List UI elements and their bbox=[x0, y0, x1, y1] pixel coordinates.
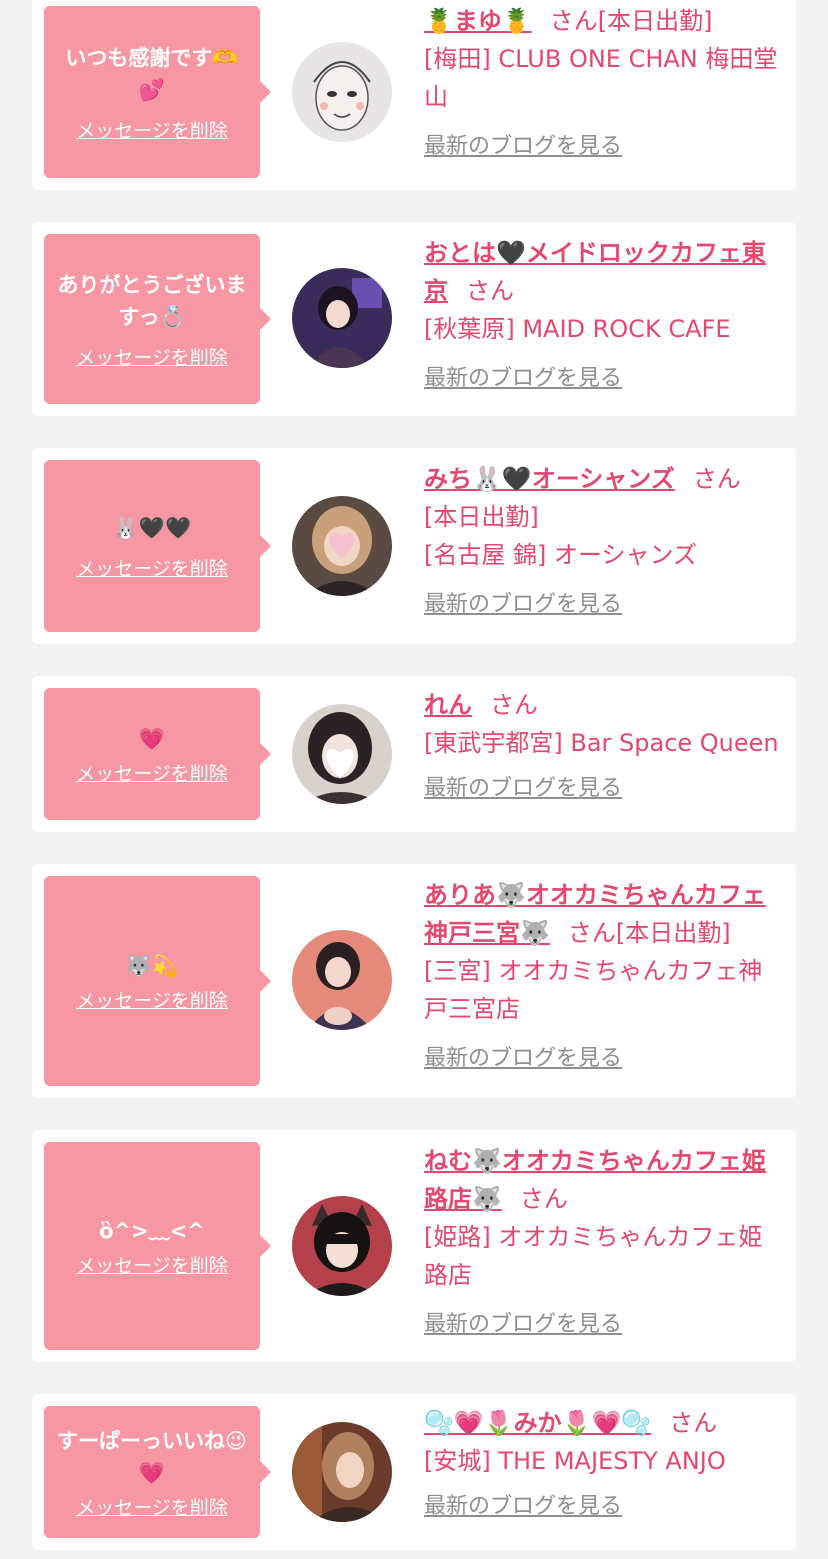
delete-message-button[interactable]: メッセージを削除 bbox=[76, 116, 228, 143]
honorific: さん bbox=[567, 919, 616, 947]
cast-info: みち🐰🖤オーシャンズ さん [本日出勤] [名古屋 錦] オーシャンズ 最新のブロ… bbox=[424, 460, 784, 624]
status-label: [本日出勤] bbox=[424, 503, 539, 531]
latest-blog-link[interactable]: 最新のブログを見る bbox=[424, 1306, 622, 1344]
honorific: さん bbox=[519, 1185, 568, 1213]
honorific: さん bbox=[466, 277, 514, 305]
delete-message-button[interactable]: メッセージを削除 bbox=[76, 554, 228, 581]
cast-name-link[interactable]: みち🐰🖤オーシャンズ bbox=[424, 465, 675, 493]
shop-label: [姫路] オオカミちゃんカフェ姫路店 bbox=[424, 1223, 763, 1289]
delete-message-button[interactable]: メッセージを削除 bbox=[76, 343, 228, 370]
avatar[interactable] bbox=[292, 496, 392, 596]
message-bubble: いつも感謝です🫶💕 メッセージを削除 bbox=[44, 6, 271, 178]
latest-blog-link[interactable]: 最新のブログを見る bbox=[424, 1040, 622, 1078]
latest-blog-link[interactable]: 最新のブログを見る bbox=[424, 128, 622, 166]
honorific: さん bbox=[490, 691, 538, 719]
status-label: [本日出勤] bbox=[615, 919, 731, 947]
shop-label: [梅田] CLUB ONE CHAN 梅田堂山 bbox=[424, 45, 778, 111]
message-text: すーぱーっいいね😉💗 bbox=[57, 1428, 247, 1485]
message-bubble: すーぱーっいいね😉💗 メッセージを削除 bbox=[44, 1406, 271, 1538]
shop-label: [安城] THE MAJESTY ANJO bbox=[424, 1447, 726, 1475]
avatar[interactable] bbox=[292, 268, 392, 368]
avatar[interactable] bbox=[292, 42, 392, 142]
avatar-image bbox=[292, 268, 392, 368]
message-card: すーぱーっいいね😉💗 メッセージを削除 🫧💗🌷みか🌷💗🫧 さん [安城] THE … bbox=[32, 1394, 796, 1550]
latest-blog-link[interactable]: 最新のブログを見る bbox=[424, 586, 622, 624]
message-bubble: ありがとうございますっ💍 メッセージを削除 bbox=[44, 234, 271, 404]
message-card: ありがとうございますっ💍 メッセージを削除 おとは🖤メイドロックカフェ東京 さん … bbox=[32, 222, 796, 416]
cast-name-link[interactable]: ねむ🐺オオカミちゃんカフェ姫路店🐺 bbox=[424, 1147, 766, 1213]
shop-label: [三宮] オオカミちゃんカフェ神戸三宮店 bbox=[424, 957, 763, 1023]
avatar-image bbox=[292, 42, 392, 142]
message-text: 🐰🖤🖤 bbox=[112, 515, 192, 540]
cast-info: 🫧💗🌷みか🌷💗🫧 さん [安城] THE MAJESTY ANJO 最新のブログを… bbox=[424, 1404, 784, 1526]
cast-info: 🍍まゆ🍍 さん[本日出勤] [梅田] CLUB ONE CHAN 梅田堂山 最新の… bbox=[424, 2, 784, 166]
latest-blog-link[interactable]: 最新のブログを見る bbox=[424, 1488, 622, 1526]
message-bubble: 🐰🖤🖤 メッセージを削除 bbox=[44, 460, 271, 632]
honorific: さん bbox=[692, 465, 741, 493]
delete-message-button[interactable]: メッセージを削除 bbox=[76, 759, 228, 786]
message-bubble: 💗 メッセージを削除 bbox=[44, 688, 271, 820]
avatar-image bbox=[292, 1196, 392, 1296]
honorific: さん bbox=[549, 7, 598, 35]
shop-label: [東武宇都宮] Bar Space Queen bbox=[424, 729, 779, 757]
message-bubble: ὃ^>﹏<^ メッセージを削除 bbox=[44, 1142, 271, 1350]
latest-blog-link[interactable]: 最新のブログを見る bbox=[424, 360, 622, 398]
cast-name-link[interactable]: 🍍まゆ🍍 bbox=[424, 7, 532, 35]
message-text: ありがとうございますっ💍 bbox=[57, 272, 247, 329]
avatar[interactable] bbox=[292, 930, 392, 1030]
avatar-image bbox=[292, 1422, 392, 1522]
avatar-image bbox=[292, 496, 392, 596]
avatar[interactable] bbox=[292, 704, 392, 804]
message-card: 💗 メッセージを削除 れん さん [東武宇都宮] Bar Space Queen … bbox=[32, 676, 796, 832]
cast-name-link[interactable]: れん bbox=[424, 691, 472, 719]
avatar[interactable] bbox=[292, 1196, 392, 1296]
cast-name-link[interactable]: 🫧💗🌷みか🌷💗🫧 bbox=[424, 1409, 651, 1437]
message-text: ὃ^>﹏<^ bbox=[99, 1218, 205, 1243]
message-text: 💗 bbox=[138, 726, 166, 751]
shop-label: [名古屋 錦] オーシャンズ bbox=[424, 541, 698, 569]
message-bubble: 🐺💫 メッセージを削除 bbox=[44, 876, 271, 1086]
avatar-image bbox=[292, 704, 392, 804]
delete-message-button[interactable]: メッセージを削除 bbox=[76, 986, 228, 1013]
message-card: ὃ^>﹏<^ メッセージを削除 ねむ🐺オオカミちゃんカフェ姫路店🐺 さん [姫路]… bbox=[32, 1130, 796, 1362]
message-card: いつも感謝です🫶💕 メッセージを削除 🍍まゆ🍍 さん[本日出勤] [梅田] CLU… bbox=[32, 0, 796, 190]
message-text: 🐺💫 bbox=[125, 953, 179, 978]
cast-info: れん さん [東武宇都宮] Bar Space Queen 最新のブログを見る bbox=[424, 686, 784, 808]
status-label: [本日出勤] bbox=[597, 7, 713, 35]
honorific: さん bbox=[669, 1409, 718, 1437]
delete-message-button[interactable]: メッセージを削除 bbox=[76, 1251, 228, 1278]
shop-label: [秋葉原] MAID ROCK CAFE bbox=[424, 315, 731, 343]
cast-info: ありあ🐺オオカミちゃんカフェ神戸三宮🐺 さん[本日出勤] [三宮] オオカミちゃん… bbox=[424, 876, 784, 1078]
message-card: 🐰🖤🖤 メッセージを削除 みち🐰🖤オーシャンズ さん [本日出勤] [名古屋 錦]… bbox=[32, 448, 796, 644]
message-card: 🐺💫 メッセージを削除 ありあ🐺オオカミちゃんカフェ神戸三宮🐺 さん[本日出勤] … bbox=[32, 864, 796, 1098]
cast-info: ねむ🐺オオカミちゃんカフェ姫路店🐺 さん [姫路] オオカミちゃんカフェ姫路店 最… bbox=[424, 1142, 784, 1344]
avatar[interactable] bbox=[292, 1422, 392, 1522]
message-text: いつも感謝です🫶💕 bbox=[65, 45, 239, 102]
latest-blog-link[interactable]: 最新のブログを見る bbox=[424, 770, 622, 808]
avatar-image bbox=[292, 930, 392, 1030]
cast-info: おとは🖤メイドロックカフェ東京 さん [秋葉原] MAID ROCK CAFE 最… bbox=[424, 234, 784, 398]
delete-message-button[interactable]: メッセージを削除 bbox=[76, 1493, 228, 1520]
